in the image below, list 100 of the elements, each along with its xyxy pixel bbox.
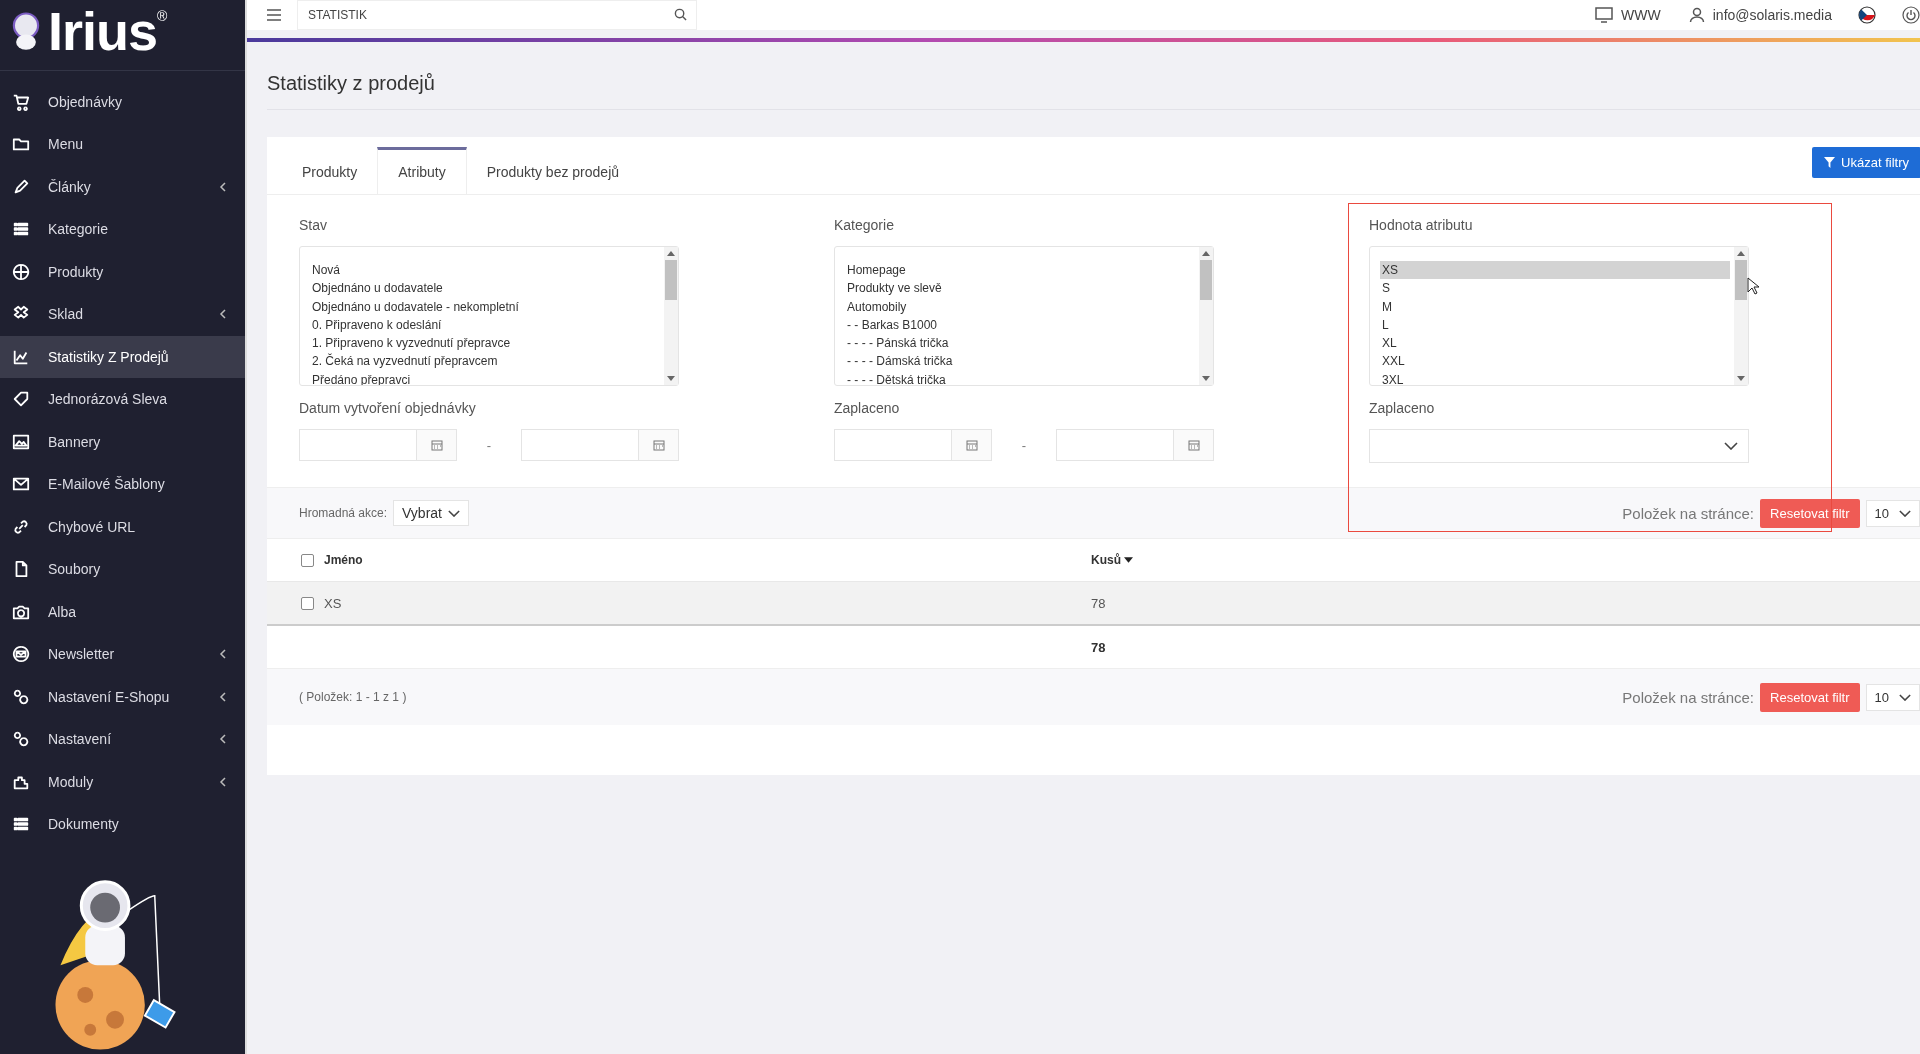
list-option[interactable]: 1. Připraveno k vyzvednutí přepravce bbox=[310, 334, 660, 353]
sidebar-item[interactable]: Nastavení bbox=[0, 718, 245, 761]
scrollbar[interactable] bbox=[1199, 247, 1213, 385]
chevron-down-icon bbox=[1899, 693, 1911, 701]
chevron-left-icon bbox=[219, 690, 227, 703]
calendar-button[interactable] bbox=[639, 429, 679, 461]
scroll-up-icon[interactable] bbox=[1202, 251, 1210, 256]
list-option[interactable]: XL bbox=[1380, 334, 1730, 353]
sidebar-item[interactable]: Jednorázová Sleva bbox=[0, 378, 245, 421]
sidebar-item[interactable]: E-Mailové Šablony bbox=[0, 463, 245, 506]
registered-mark: ® bbox=[157, 8, 168, 24]
sort-icon[interactable] bbox=[1124, 557, 1133, 563]
list-option[interactable]: Objednáno u dodavatele bbox=[310, 279, 660, 298]
list-option[interactable]: XS bbox=[1380, 261, 1730, 280]
sidebar-item[interactable]: Bannery bbox=[0, 420, 245, 463]
tab[interactable]: Atributy bbox=[377, 147, 467, 194]
chevron-left-icon bbox=[219, 648, 227, 661]
sidebar-item[interactable]: Menu bbox=[0, 123, 245, 166]
list-option[interactable]: L bbox=[1380, 315, 1730, 335]
list-option[interactable]: M bbox=[1380, 297, 1730, 316]
sidebar-item[interactable]: Kategorie bbox=[0, 208, 245, 251]
menu-icon[interactable] bbox=[267, 9, 281, 21]
list-option[interactable]: 0. Připraveno k odeslání bbox=[310, 315, 660, 335]
search-icon[interactable] bbox=[674, 8, 687, 21]
chevron-left-icon bbox=[219, 775, 227, 788]
scrollbar[interactable] bbox=[1734, 247, 1748, 385]
calendar-button[interactable] bbox=[1174, 429, 1214, 461]
sidebar-item[interactable]: Dokumenty bbox=[0, 803, 245, 846]
chevron-down-icon bbox=[1724, 442, 1738, 450]
range-separator: - bbox=[1020, 437, 1028, 453]
list-option[interactable]: Nová bbox=[310, 261, 660, 280]
list-option[interactable]: - - - - Dámská trička bbox=[845, 352, 1195, 371]
list-option[interactable]: Automobily bbox=[845, 297, 1195, 316]
sidebar-item[interactable]: Sklad bbox=[0, 293, 245, 336]
list-option[interactable]: Produkty ve slevě bbox=[845, 279, 1195, 298]
date-field[interactable] bbox=[299, 429, 417, 461]
power-icon[interactable] bbox=[1902, 6, 1920, 24]
filter-label: Hodnota atributu bbox=[1369, 217, 1474, 233]
sidebar-item[interactable]: Chybové URL bbox=[0, 505, 245, 548]
filter-label: Datum vytvoření objednávky bbox=[299, 400, 477, 416]
flag-icon[interactable] bbox=[1858, 6, 1876, 24]
menu-item-icon bbox=[12, 177, 30, 196]
menu-item-icon bbox=[12, 92, 30, 111]
calendar-button[interactable] bbox=[952, 429, 992, 461]
menu-item-icon bbox=[12, 687, 30, 706]
chevron-down-icon bbox=[448, 509, 460, 517]
filter-icon bbox=[1824, 157, 1836, 168]
search-field[interactable]: STATISTIK bbox=[297, 0, 697, 30]
row-checkbox[interactable] bbox=[301, 596, 314, 610]
calendar-button[interactable] bbox=[417, 429, 457, 461]
website-link[interactable]: WWW bbox=[1595, 7, 1661, 23]
bulk-action-select[interactable]: Vybrat bbox=[393, 500, 469, 526]
calendar-icon bbox=[1187, 439, 1200, 451]
sidebar-item[interactable]: Články bbox=[0, 165, 245, 208]
filter-label: Zaplaceno bbox=[1369, 400, 1436, 416]
per-page-select[interactable]: 10 bbox=[1865, 683, 1920, 711]
date-field[interactable] bbox=[834, 429, 952, 461]
user-link[interactable]: info@solaris.media bbox=[1686, 7, 1832, 23]
list-box[interactable]: Homepage Produkty ve slevě Automobily - - Barkas B1000 - - - - Pánská trička - - - - Dámská trička - - - - Dětská trička bbox=[834, 246, 1214, 386]
range-separator: - bbox=[485, 437, 493, 453]
scroll-down-icon[interactable] bbox=[1737, 376, 1745, 381]
list-option[interactable]: - - - - Pánská trička bbox=[845, 334, 1195, 353]
list-option[interactable]: - - Barkas B1000 bbox=[845, 315, 1195, 335]
sidebar-item[interactable]: Newsletter bbox=[0, 633, 245, 676]
list-option[interactable]: Homepage bbox=[845, 261, 1195, 280]
item-count-text: ( Položek: 1 - 1 z 1 ) bbox=[299, 690, 407, 704]
list-option[interactable]: 2. Čeká na vyzvednutí přepravcem bbox=[310, 352, 660, 371]
logo-text[interactable]: Irius bbox=[48, 2, 158, 60]
chevron-left-icon bbox=[219, 733, 227, 746]
sidebar-item[interactable]: Alba bbox=[0, 590, 245, 633]
tab[interactable]: Produkty bbox=[282, 147, 378, 194]
sidebar-item[interactable]: Produkty bbox=[0, 250, 245, 293]
list-box[interactable]: XS S M L XL XXL 3XL bbox=[1369, 246, 1749, 386]
list-option[interactable]: Objednáno u dodavatele - nekompletní bbox=[310, 297, 660, 316]
sidebar-item[interactable]: Moduly bbox=[0, 760, 245, 803]
date-field[interactable] bbox=[521, 429, 639, 461]
select-field[interactable] bbox=[1369, 429, 1749, 463]
sidebar-item[interactable]: Nastavení E-Shopu bbox=[0, 675, 245, 718]
scroll-down-icon[interactable] bbox=[1202, 376, 1210, 381]
select-all-checkbox[interactable] bbox=[301, 553, 314, 567]
date-field[interactable] bbox=[1056, 429, 1174, 461]
scroll-up-icon[interactable] bbox=[667, 251, 675, 256]
column-header[interactable]: Kusů bbox=[1091, 553, 1121, 567]
list-option[interactable]: 3XL bbox=[1380, 370, 1730, 385]
scroll-down-icon[interactable] bbox=[667, 376, 675, 381]
show-filters-button[interactable]: Ukázat filtry bbox=[1812, 147, 1920, 178]
sidebar-item[interactable]: Objednávky bbox=[0, 80, 245, 123]
column-header[interactable]: Jméno bbox=[324, 553, 363, 567]
list-option[interactable]: XXL bbox=[1380, 352, 1730, 371]
list-option[interactable]: - - - - Dětská trička bbox=[845, 370, 1195, 385]
sidebar-item[interactable]: Soubory bbox=[0, 548, 245, 591]
per-page-select[interactable]: 10 bbox=[1865, 499, 1920, 527]
tab[interactable]: Produkty bez prodejů bbox=[466, 147, 640, 194]
list-option[interactable]: S bbox=[1380, 279, 1730, 298]
menu-item-icon bbox=[12, 432, 30, 451]
scroll-up-icon[interactable] bbox=[1737, 251, 1745, 256]
filter-label: Kategorie bbox=[834, 217, 895, 233]
scrollbar[interactable] bbox=[664, 247, 678, 385]
sidebar-item[interactable]: Statistiky Z Prodejů bbox=[0, 335, 245, 378]
table-cell: 78 bbox=[1091, 595, 1106, 611]
